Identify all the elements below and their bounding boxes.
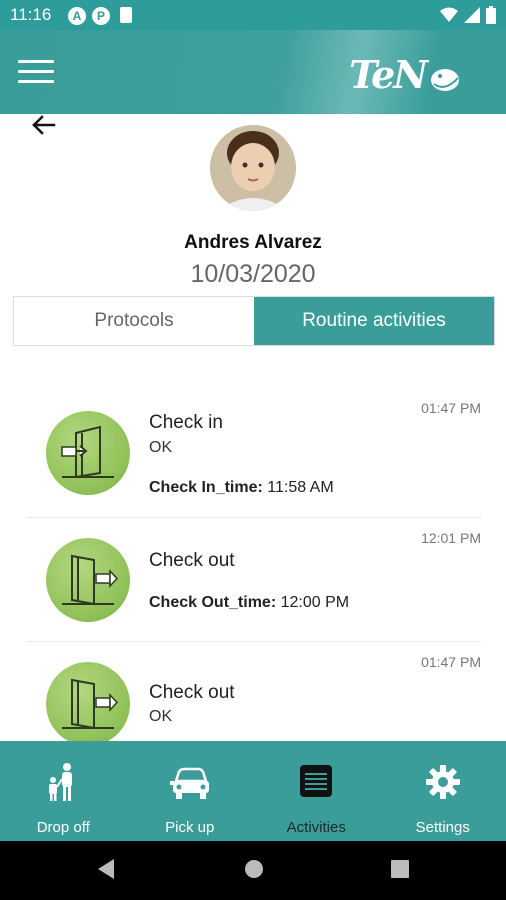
car-icon — [169, 767, 209, 799]
tab-bar: Protocols Routine activities — [13, 296, 495, 346]
activity-time: 01:47 PM — [421, 400, 481, 416]
tab-routine-activities[interactable]: Routine activities — [254, 297, 494, 345]
wifi-icon — [440, 7, 458, 22]
child-name: Andres Alvarez — [184, 232, 322, 253]
status-bar: 11:16 A P — [0, 0, 506, 30]
system-navigation-bar — [0, 841, 506, 900]
nav-settings[interactable]: Settings — [380, 741, 506, 841]
back-icon[interactable] — [96, 858, 116, 880]
detail-label: Check Out_time: — [149, 594, 277, 611]
activity-status: OK — [149, 708, 173, 725]
tab-protocols[interactable]: Protocols — [14, 297, 254, 345]
hamburger-icon[interactable] — [18, 60, 54, 84]
nav-label: Activities — [286, 819, 346, 836]
bird-icon — [431, 68, 459, 91]
nav-pick-up[interactable]: Pick up — [127, 741, 254, 841]
list-item[interactable]: 12:01 PM Check out Check Out_time: 12:00… — [26, 518, 481, 642]
activity-detail: Check Out_time: 12:00 PM — [149, 594, 349, 612]
app-notification-icon: A — [68, 7, 86, 25]
activity-title: Check out — [149, 682, 235, 703]
app-header: TeN — [0, 30, 506, 114]
activity-time: 12:01 PM — [421, 530, 481, 546]
report-date: 10/03/2020 — [190, 260, 316, 288]
list-item[interactable]: 01:47 PM Check out OK — [26, 642, 481, 746]
battery-icon — [486, 6, 496, 24]
bottom-navigation: Drop off Pick up Activities Settings — [0, 741, 506, 841]
nav-activities[interactable]: Activities — [253, 741, 380, 841]
detail-value: 12:00 PM — [276, 594, 350, 611]
logo-text: TeN — [349, 52, 428, 97]
signal-icon — [464, 7, 480, 23]
parking-notification-icon: P — [92, 7, 110, 25]
detail-value: 11:58 AM — [262, 479, 334, 496]
gear-icon — [425, 765, 460, 799]
door-exit-icon — [46, 662, 130, 746]
app-logo: TeN — [349, 52, 462, 97]
nav-label: Drop off — [36, 819, 90, 836]
list-item[interactable]: 01:47 PM Check in OK Check In_time: 11:5… — [26, 384, 481, 518]
back-arrow-icon[interactable] — [30, 112, 56, 138]
family-icon — [49, 763, 73, 801]
nav-label: Settings — [415, 819, 470, 836]
door-exit-icon — [46, 538, 130, 622]
activity-status: OK — [149, 439, 173, 456]
status-time: 11:16 — [10, 5, 52, 24]
activity-title: Check in — [149, 412, 223, 433]
nav-label: Pick up — [165, 819, 215, 836]
activity-time: 01:47 PM — [421, 654, 481, 670]
child-avatar — [210, 125, 296, 211]
activity-detail: Check In_time: 11:58 AM — [149, 479, 334, 497]
recents-icon[interactable] — [390, 858, 410, 880]
sd-card-icon — [120, 7, 132, 23]
avatar-photo — [210, 125, 296, 211]
nav-drop-off[interactable]: Drop off — [0, 741, 127, 841]
home-icon[interactable] — [244, 858, 264, 880]
list-icon — [300, 765, 333, 797]
door-enter-icon — [46, 411, 130, 495]
activity-title: Check out — [149, 550, 235, 571]
detail-label: Check In_time: — [149, 479, 263, 496]
